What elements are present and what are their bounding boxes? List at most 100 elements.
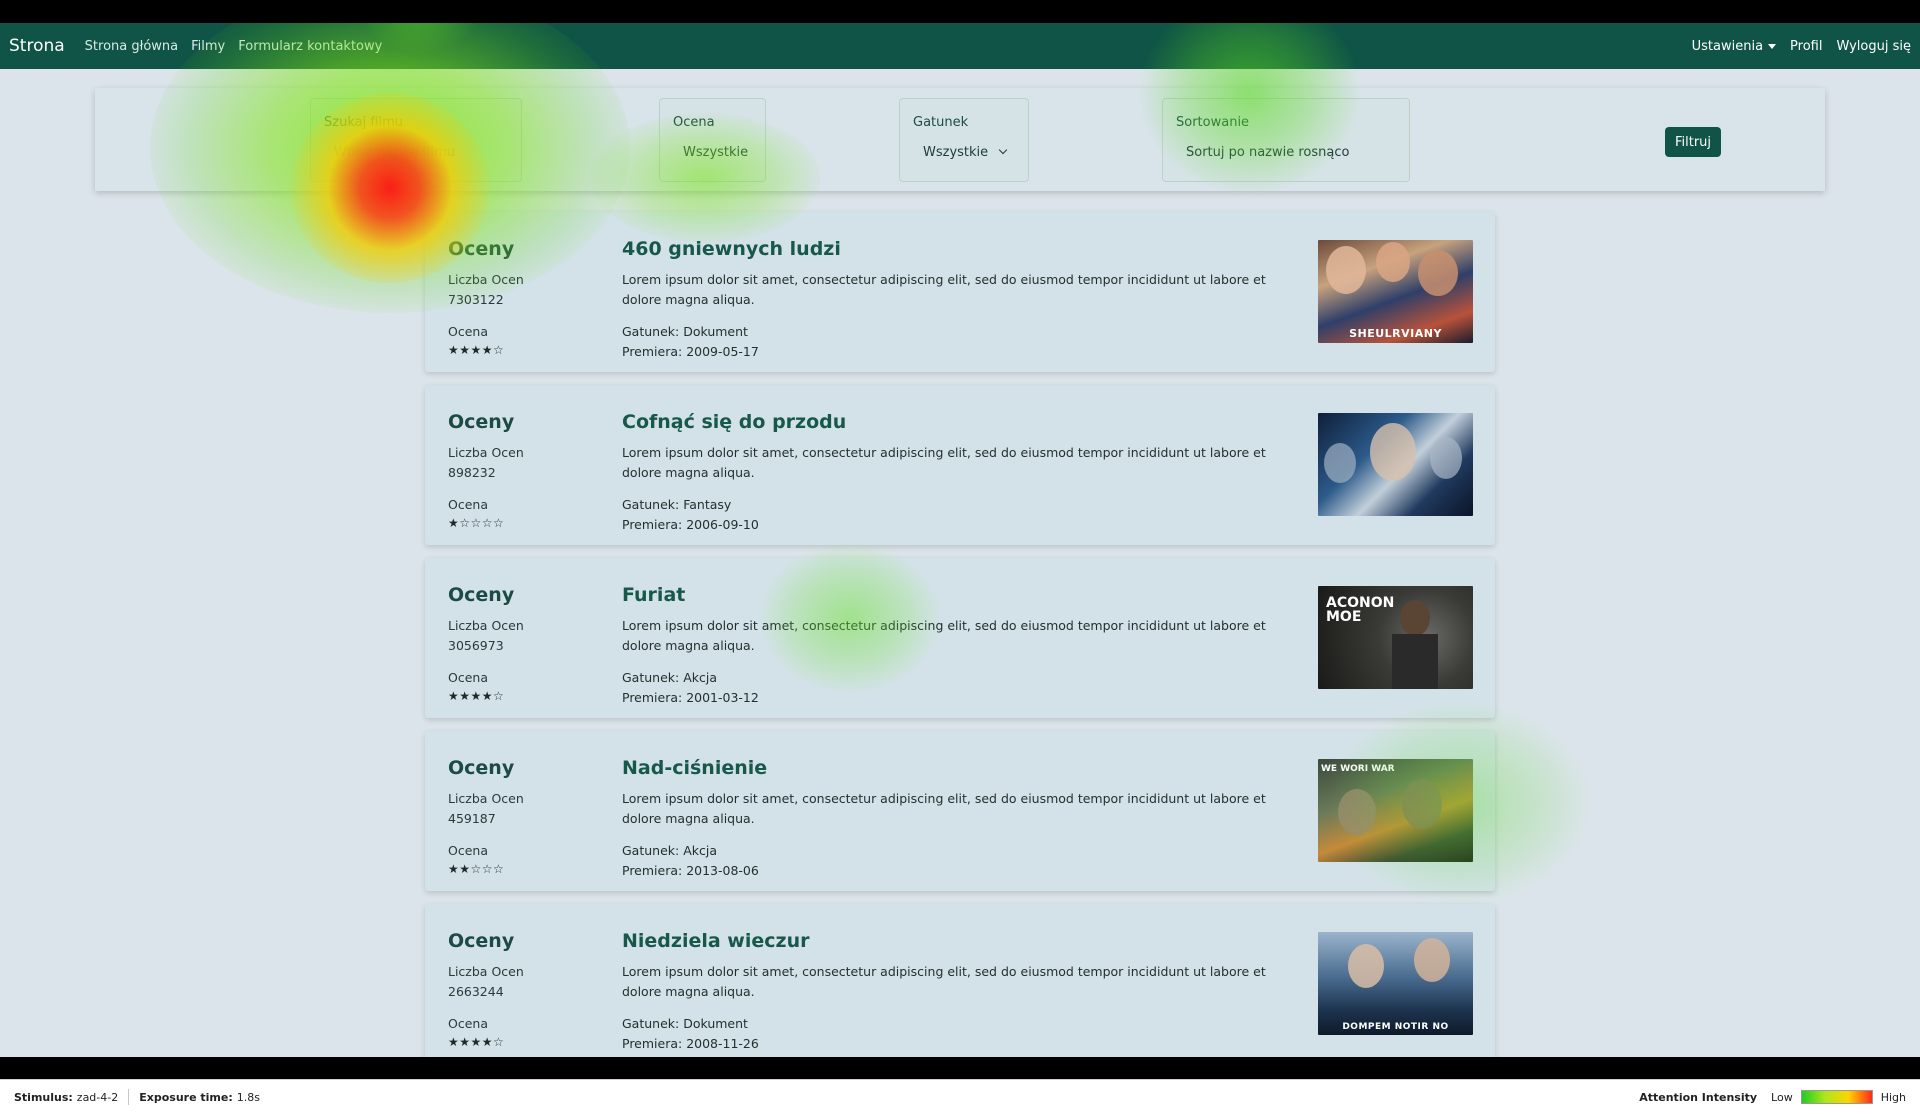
rating-count: 459187 <box>448 811 496 826</box>
rating-count: 2663244 <box>448 984 504 999</box>
navbar: Strona Strona główna Filmy Formularz kon… <box>0 23 1920 69</box>
count-label: Liczba Ocen <box>448 445 524 460</box>
exposure-value: 1.8s <box>236 1090 260 1104</box>
rating-label: Ocena <box>448 843 488 858</box>
count-label: Liczba Ocen <box>448 964 524 979</box>
rating-label: Ocena <box>448 497 488 512</box>
status-divider <box>128 1089 130 1105</box>
poster-face <box>1402 779 1442 829</box>
movie-title[interactable]: Niedziela wieczur <box>622 930 809 952</box>
count-label: Liczba Ocen <box>448 272 524 287</box>
genre-value: Wszystkie <box>923 145 989 160</box>
filter-panel: Szukaj filmu Wpisz nazwę filmu Ocena Wsz… <box>95 88 1825 191</box>
top-letterbox <box>0 0 1920 23</box>
nav-home[interactable]: Strona główna <box>85 39 178 54</box>
settings-dropdown[interactable]: Ustawienia <box>1691 38 1777 54</box>
movie-genre: Gatunek: Akcja <box>622 670 718 685</box>
rating-filter: Ocena Wszystkie <box>659 98 766 182</box>
movie-title[interactable]: Nad-ciśnienie <box>622 757 767 779</box>
movie-premiere: Premiera: 2013-08-06 <box>622 863 759 878</box>
poster-face <box>1430 437 1462 479</box>
movie-card[interactable]: Oceny Liczba Ocen 459187 Ocena ★★☆☆☆ Nad… <box>425 731 1495 891</box>
movie-card[interactable]: Oceny Liczba Ocen 2663244 Ocena ★★★★☆ Ni… <box>425 904 1495 1057</box>
movie-description: Lorem ipsum dolor sit amet, consectetur … <box>622 272 1266 307</box>
nav-logout[interactable]: Wyloguj się <box>1836 39 1911 54</box>
genre-select[interactable]: Wszystkie <box>923 145 1008 160</box>
ratings-heading: Oceny <box>448 757 515 779</box>
movie-card[interactable]: Oceny Liczba Ocen 3056973 Ocena ★★★★☆ Fu… <box>425 558 1495 718</box>
sort-label: Sortowanie <box>1176 115 1250 130</box>
movie-title[interactable]: Cofnąć się do przodu <box>622 411 846 433</box>
genre-label: Gatunek <box>913 115 969 130</box>
rating-label: Ocena <box>448 324 488 339</box>
rating-count: 7303122 <box>448 292 504 307</box>
movie-description: Lorem ipsum dolor sit amet, consectetur … <box>622 964 1266 999</box>
rating-label: Ocena <box>673 115 715 130</box>
settings-label: Ustawienia <box>1691 38 1764 54</box>
movie-genre: Gatunek: Fantasy <box>622 497 732 512</box>
movie-premiere: Premiera: 2009-05-17 <box>622 344 759 359</box>
movie-poster[interactable]: DOMPEM NOTIR NO <box>1318 932 1473 1035</box>
chevron-down-icon <box>998 145 1008 155</box>
brand-logo[interactable]: Strona <box>9 36 65 56</box>
star-rating: ★★☆☆☆ <box>448 862 505 876</box>
movie-genre: Gatunek: Akcja <box>622 843 718 858</box>
movie-description: Lorem ipsum dolor sit amet, consectetur … <box>622 618 1266 653</box>
caret-down-icon <box>1768 43 1777 49</box>
count-label: Liczba Ocen <box>448 791 524 806</box>
search-label: Szukaj filmu <box>324 115 404 130</box>
star-rating: ★★★★☆ <box>448 689 505 703</box>
movie-poster[interactable]: WE WORI WAR <box>1318 759 1473 862</box>
movie-premiere: Premiera: 2001-03-12 <box>622 690 759 705</box>
genre-filter: Gatunek Wszystkie <box>899 98 1029 182</box>
poster-face <box>1414 938 1450 982</box>
legend-high-label: High <box>1880 1090 1906 1104</box>
poster-caption: WE WORI WAR <box>1321 764 1395 774</box>
search-input[interactable]: Wpisz nazwę filmu <box>334 145 455 160</box>
intensity-label: Attention Intensity <box>1639 1090 1758 1104</box>
poster-face <box>1326 246 1366 294</box>
stimulus-value: zad-4-2 <box>76 1090 119 1104</box>
movie-premiere: Premiera: 2006-09-10 <box>622 517 759 532</box>
poster-face <box>1338 789 1376 835</box>
rating-count: 898232 <box>448 465 496 480</box>
poster-face <box>1324 443 1356 483</box>
rating-label: Ocena <box>448 670 488 685</box>
nav-contact-form[interactable]: Formularz kontaktowy <box>238 39 382 54</box>
intensity-legend: Attention Intensity Low High <box>1639 1090 1906 1104</box>
movie-poster[interactable]: SHEULRVIANY <box>1318 240 1473 343</box>
nav-movies[interactable]: Filmy <box>191 39 225 54</box>
bottom-letterbox <box>0 1057 1920 1079</box>
star-rating: ★★★★☆ <box>448 343 505 357</box>
poster-caption: DOMPEM NOTIR NO <box>1342 1022 1449 1032</box>
ratings-heading: Oceny <box>448 411 515 433</box>
ratings-heading: Oceny <box>448 238 515 260</box>
poster-face <box>1418 250 1458 296</box>
poster-face <box>1376 242 1410 282</box>
movie-poster[interactable]: ACONON MOE <box>1318 586 1473 689</box>
rating-count: 3056973 <box>448 638 504 653</box>
filter-button[interactable]: Filtruj <box>1665 127 1721 157</box>
movie-title[interactable]: Furiat <box>622 584 685 606</box>
star-rating: ★☆☆☆☆ <box>448 516 505 530</box>
stimulus-label: Stimulus: <box>14 1090 73 1104</box>
sort-select[interactable]: Sortuj po nazwie rosnąco <box>1186 145 1349 160</box>
movie-card[interactable]: Oceny Liczba Ocen 7303122 Ocena ★★★★☆ 46… <box>425 212 1495 372</box>
poster-caption: SHEULRVIANY <box>1349 327 1442 340</box>
movie-description: Lorem ipsum dolor sit amet, consectetur … <box>622 445 1266 480</box>
movie-card[interactable]: Oceny Liczba Ocen 898232 Ocena ★☆☆☆☆ Cof… <box>425 385 1495 545</box>
poster-face <box>1348 944 1384 988</box>
ratings-heading: Oceny <box>448 930 515 952</box>
nav-profile[interactable]: Profil <box>1790 39 1822 54</box>
search-filter: Szukaj filmu Wpisz nazwę filmu <box>310 98 522 182</box>
movie-genre: Gatunek: Dokument <box>622 1016 748 1031</box>
intensity-gradient <box>1800 1090 1873 1104</box>
status-bar: Stimulus: zad-4-2 Exposure time: 1.8s At… <box>0 1079 1920 1114</box>
poster-face <box>1400 600 1430 636</box>
exposure-label: Exposure time: <box>139 1090 233 1104</box>
sort-filter: Sortowanie Sortuj po nazwie rosnąco <box>1162 98 1410 182</box>
rating-select[interactable]: Wszystkie <box>683 145 748 160</box>
movie-title[interactable]: 460 gniewnych ludzi <box>622 238 841 260</box>
movie-poster[interactable] <box>1318 413 1473 516</box>
movie-description: Lorem ipsum dolor sit amet, consectetur … <box>622 791 1266 826</box>
